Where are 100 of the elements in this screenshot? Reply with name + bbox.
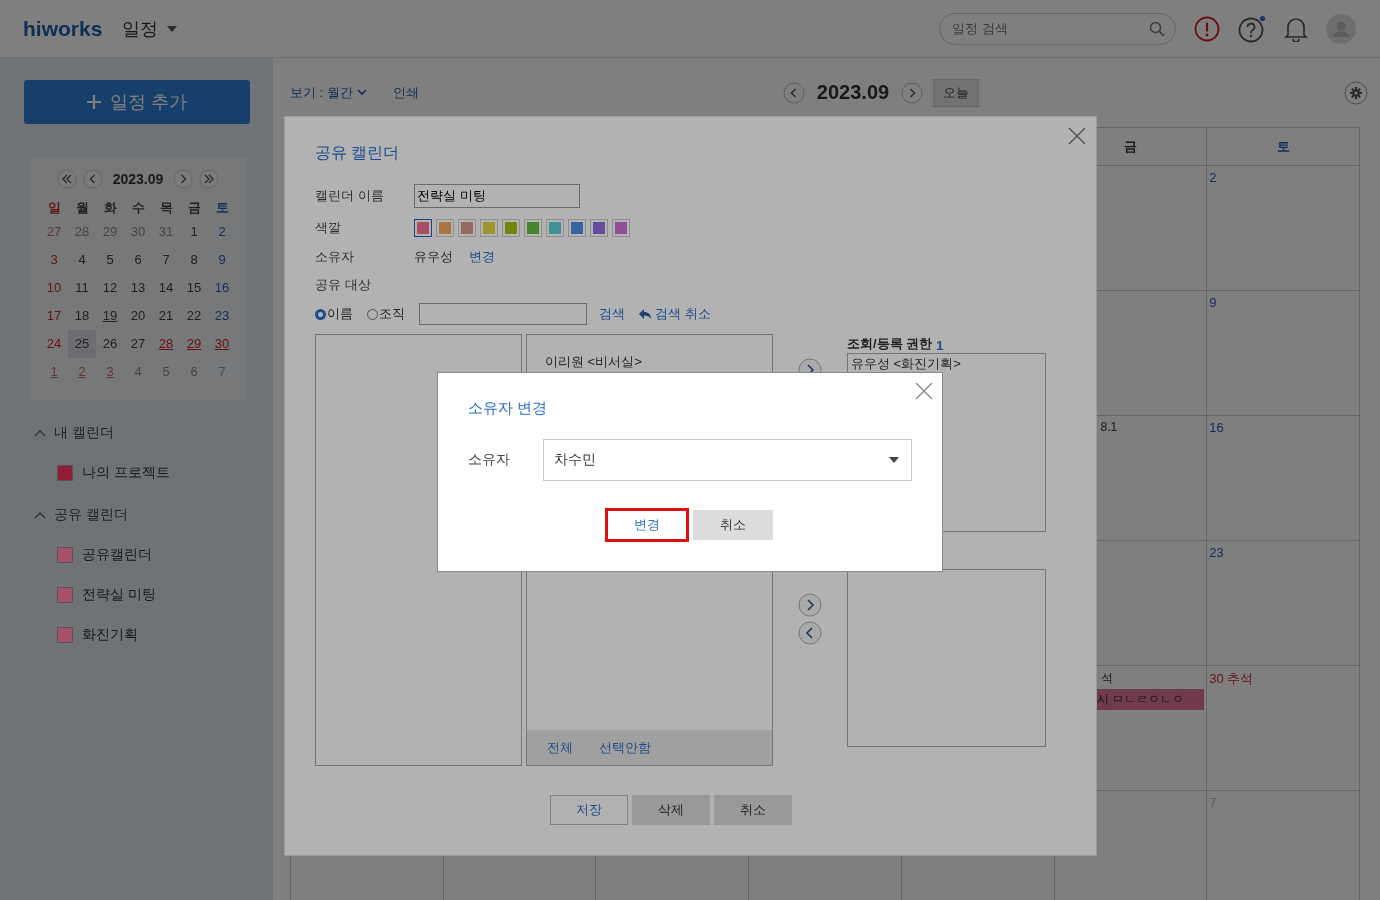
mini-calendar-day[interactable]: 17 — [40, 302, 68, 330]
search-icon[interactable] — [1149, 20, 1165, 37]
color-swatch[interactable] — [546, 219, 564, 237]
mini-calendar-day[interactable]: 25 — [68, 330, 96, 358]
calendar-name[interactable]: 화진기획 — [82, 626, 138, 644]
mini-calendar-day[interactable]: 26 — [96, 330, 124, 358]
mini-calendar-day[interactable]: 2 — [68, 358, 96, 386]
app-menu[interactable]: 일정 — [122, 16, 178, 41]
mini-calendar-day[interactable]: 14 — [152, 274, 180, 302]
logo[interactable]: hiworks — [23, 16, 103, 41]
mini-calendar-day[interactable]: 27 — [124, 330, 152, 358]
mini-calendar-day[interactable]: 10 — [40, 274, 68, 302]
mini-calendar-day[interactable]: 4 — [68, 246, 96, 274]
mini-calendar-day[interactable]: 1 — [40, 358, 68, 386]
mini-calendar-day[interactable]: 1 — [180, 218, 208, 246]
calendar-cell[interactable]: 23 — [1207, 541, 1360, 666]
mini-calendar-day[interactable]: 20 — [124, 302, 152, 330]
dialog-button[interactable]: 삭제 — [631, 795, 710, 825]
mini-calendar-day[interactable]: 3 — [96, 358, 124, 386]
select-link[interactable]: 전체 — [547, 738, 573, 757]
select-link[interactable]: 선택안함 — [599, 738, 651, 757]
color-swatch[interactable] — [502, 219, 520, 237]
color-swatch[interactable] — [414, 219, 432, 237]
calendar-checkbox[interactable] — [58, 548, 72, 562]
calendar-checkbox[interactable] — [58, 466, 72, 480]
mini-calendar-day[interactable]: 19 — [96, 302, 124, 330]
dialog-button[interactable]: 저장 — [549, 795, 628, 825]
mini-calendar-day[interactable]: 30 — [208, 330, 236, 358]
mini-calendar-day[interactable]: 18 — [68, 302, 96, 330]
double-right-icon[interactable] — [199, 169, 220, 189]
next-icon[interactable] — [901, 81, 924, 104]
avatar-icon[interactable] — [1326, 13, 1356, 44]
search-field[interactable]: 일정 검색 — [939, 12, 1176, 45]
calendar-checkbox[interactable] — [58, 588, 72, 602]
mini-calendar-day[interactable]: 27 — [40, 218, 68, 246]
calendar-checkbox[interactable] — [58, 628, 72, 642]
mini-calendar-day[interactable]: 7 — [152, 246, 180, 274]
collapse-icon[interactable] — [34, 511, 46, 519]
group-title[interactable]: 공유 캘린더 — [54, 506, 128, 524]
mini-calendar-day[interactable]: 16 — [208, 274, 236, 302]
settings-icon[interactable] — [1344, 80, 1368, 105]
mini-calendar-day[interactable]: 15 — [180, 274, 208, 302]
left-icon[interactable] — [82, 169, 103, 189]
member-item[interactable]: 이리원 <비서실> — [545, 354, 642, 369]
calendar-name[interactable]: 전략실 미팅 — [82, 586, 156, 604]
calendar-cell[interactable]: 9 — [1207, 291, 1360, 416]
calendar-cell[interactable]: 16 — [1207, 416, 1360, 541]
bell-icon[interactable] — [1284, 15, 1308, 42]
radio-option[interactable]: 이름 — [315, 305, 353, 323]
mini-calendar-day[interactable]: 23 — [208, 302, 236, 330]
color-swatch[interactable] — [612, 219, 630, 237]
calendar-name-field[interactable]: 전략실 미팅 — [414, 184, 580, 208]
close-icon[interactable] — [915, 382, 933, 400]
double-left-icon[interactable] — [56, 169, 77, 189]
mini-calendar-day[interactable]: 2 — [208, 218, 236, 246]
calendar-cell[interactable]: 2 — [1207, 166, 1360, 291]
dialog-button[interactable]: 취소 — [713, 795, 792, 825]
close-icon[interactable] — [1068, 127, 1086, 145]
owner-select[interactable]: 차수민 — [543, 439, 912, 481]
add-event-button[interactable]: 일정 추가 — [24, 80, 250, 124]
color-swatch[interactable] — [436, 219, 454, 237]
view-dropdown[interactable]: 보기 : 월간 — [290, 83, 367, 102]
print-link[interactable]: 인쇄 — [392, 83, 419, 102]
color-swatch[interactable] — [458, 219, 476, 237]
collapse-icon[interactable] — [34, 429, 46, 437]
cancel-search-link[interactable]: 검색 취소 — [655, 305, 711, 323]
right-icon[interactable] — [173, 169, 194, 189]
mini-calendar-day[interactable]: 3 — [40, 246, 68, 274]
alert-icon[interactable] — [1194, 15, 1220, 42]
color-swatch[interactable] — [524, 219, 542, 237]
mini-calendar-day[interactable]: 24 — [40, 330, 68, 358]
mini-calendar-day[interactable]: 22 — [180, 302, 208, 330]
mini-calendar-day[interactable]: 12 — [96, 274, 124, 302]
color-swatch[interactable] — [480, 219, 498, 237]
mini-calendar-day[interactable]: 6 — [124, 246, 152, 274]
calendar-cell[interactable]: 30 추석 — [1207, 666, 1360, 791]
search-link[interactable]: 검색 — [599, 305, 625, 323]
change-owner-link[interactable]: 변경 — [469, 248, 495, 266]
mini-calendar-day[interactable]: 5 — [96, 246, 124, 274]
member-item[interactable]: 유우성 <화진기획> — [851, 356, 961, 371]
mini-calendar-day[interactable]: 28 — [152, 330, 180, 358]
color-swatch[interactable] — [590, 219, 608, 237]
dialog-button[interactable]: 취소 — [693, 510, 773, 540]
mini-calendar-day[interactable]: 13 — [124, 274, 152, 302]
today-button[interactable]: 오늘 — [933, 78, 980, 107]
mini-calendar-day[interactable]: 21 — [152, 302, 180, 330]
color-swatch[interactable] — [568, 219, 586, 237]
mini-calendar-day[interactable]: 29 — [180, 330, 208, 358]
mini-calendar-day[interactable]: 7 — [208, 358, 236, 386]
help-icon[interactable] — [1238, 14, 1266, 43]
previous-icon[interactable] — [782, 81, 805, 104]
radio-option[interactable]: 조직 — [367, 305, 405, 323]
member-search-field[interactable] — [419, 303, 587, 325]
mini-calendar-day[interactable]: 8 — [180, 246, 208, 274]
calendar-name[interactable]: 나의 프로젝트 — [82, 464, 170, 482]
mini-calendar-day[interactable]: 9 — [208, 246, 236, 274]
mini-calendar-day[interactable]: 11 — [68, 274, 96, 302]
calendar-name[interactable]: 공유캘린더 — [82, 546, 152, 564]
dialog-button[interactable]: 변경 — [607, 510, 687, 540]
group-title[interactable]: 내 캘린더 — [54, 424, 114, 442]
